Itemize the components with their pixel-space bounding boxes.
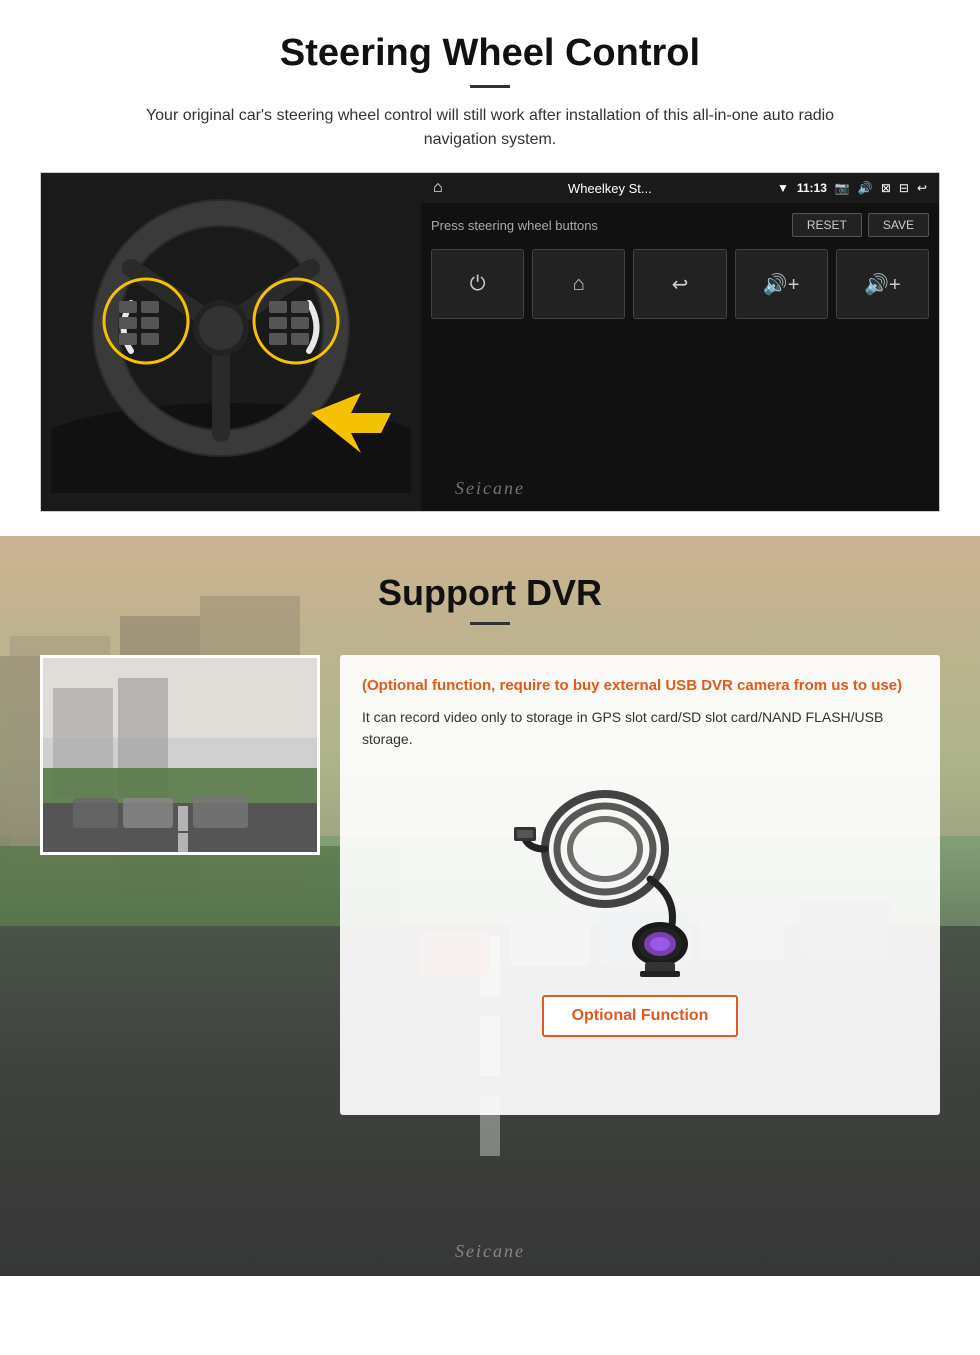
home-icon: ⌂ <box>433 179 443 197</box>
steering-subtitle: Your original car's steering wheel contr… <box>130 104 850 152</box>
seicane-watermark-steering: Seicane <box>455 478 525 499</box>
steering-section: Steering Wheel Control Your original car… <box>0 0 980 536</box>
android-statusbar: ⌂ Wheelkey St... ▼ 11:13 📷 🔊 ⊠ ⊟ ↩ <box>421 173 939 203</box>
wb-back[interactable]: ↩ <box>633 249 726 319</box>
dvr-description: It can record video only to storage in G… <box>362 706 918 751</box>
steering-photo <box>41 173 421 511</box>
dvr-section: Support DVR <box>0 536 980 1276</box>
steering-title: Steering Wheel Control <box>40 32 940 75</box>
camera-icon: 📷 <box>835 181 850 195</box>
optional-function-button[interactable]: Optional Function <box>542 995 739 1037</box>
wheel-prompt: Press steering wheel buttons <box>431 218 598 233</box>
wheel-buttons-grid: ⏻ ⌂ ↩ 🔊+ 🔊+ <box>431 249 929 319</box>
volume-icon: 🔊 <box>858 181 873 195</box>
steering-wheel-svg <box>51 173 411 493</box>
signal-icon: ▼ <box>777 181 789 195</box>
dashcam-road-svg <box>43 658 320 855</box>
dvr-content: Support DVR <box>0 536 980 1155</box>
dvr-divider <box>470 622 510 625</box>
back-icon: ↩ <box>917 181 927 195</box>
reset-button[interactable]: RESET <box>792 213 862 237</box>
status-time: 11:13 <box>797 181 827 195</box>
wb-home[interactable]: ⌂ <box>532 249 625 319</box>
wb-power[interactable]: ⏻ <box>431 249 524 319</box>
wb-vol-up[interactable]: 🔊+ <box>735 249 828 319</box>
dvr-title: Support DVR <box>40 572 940 614</box>
wheel-control-header: Press steering wheel buttons RESET SAVE <box>431 213 929 237</box>
title-divider <box>470 85 510 88</box>
screen-icon: ⊠ <box>881 181 891 195</box>
dvr-camera-area <box>362 769 918 979</box>
app-name-label: Wheelkey St... <box>451 181 769 196</box>
seicane-watermark-dvr: Seicane <box>455 1241 525 1262</box>
android-screen: ⌂ Wheelkey St... ▼ 11:13 📷 🔊 ⊠ ⊟ ↩ Press… <box>421 173 939 511</box>
wheel-btn-group: RESET SAVE <box>792 213 929 237</box>
dvr-optional-note: (Optional function, require to buy exter… <box>362 675 918 696</box>
wheel-control-panel: Press steering wheel buttons RESET SAVE … <box>421 203 939 511</box>
dvr-camera-svg <box>510 769 770 979</box>
dashcam-thumbnail <box>40 655 320 855</box>
steering-image-block: ⌂ Wheelkey St... ▼ 11:13 📷 🔊 ⊠ ⊟ ↩ Press… <box>40 172 940 512</box>
save-button[interactable]: SAVE <box>868 213 929 237</box>
dvr-info-card: (Optional function, require to buy exter… <box>340 655 940 1115</box>
wb-vol-up2[interactable]: 🔊+ <box>836 249 929 319</box>
dvr-bottom-layout: (Optional function, require to buy exter… <box>40 655 940 1115</box>
wifi-icon: ⊟ <box>899 181 909 195</box>
